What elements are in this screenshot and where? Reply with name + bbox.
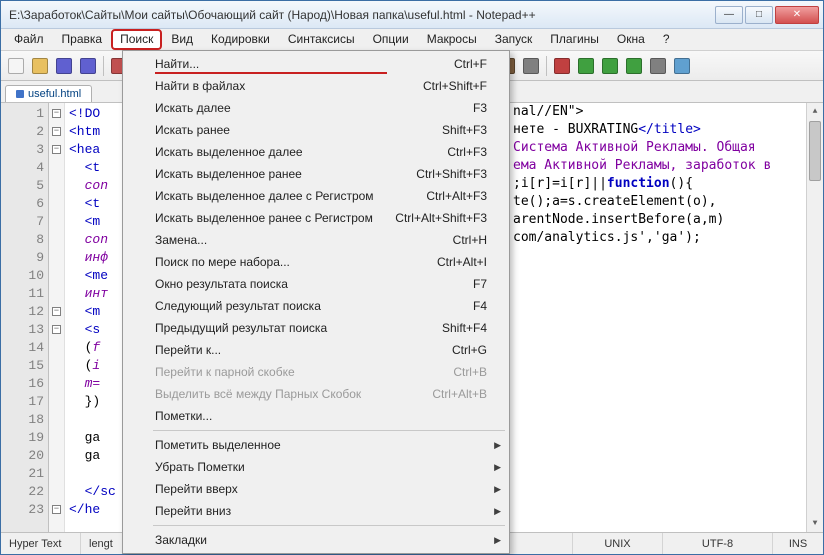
playlist-button[interactable] xyxy=(647,55,669,77)
scroll-thumb[interactable] xyxy=(809,121,821,181)
submenu-arrow-icon: ▶ xyxy=(494,506,501,517)
spell-button[interactable] xyxy=(671,55,693,77)
menu-item-пометки-[interactable]: Пометки... xyxy=(125,405,507,427)
play-multi-icon xyxy=(602,58,618,74)
monitor-icon xyxy=(523,58,539,74)
new-button[interactable] xyxy=(5,55,27,77)
menu-правка[interactable]: Правка xyxy=(53,29,112,50)
menu-item-выделить-всё-между-парных-скобок: Выделить всё между Парных СкобокCtrl+Alt… xyxy=(125,383,507,405)
search-dropdown-menu: Найти...Ctrl+FНайти в файлахCtrl+Shift+F… xyxy=(122,50,510,554)
vertical-scrollbar[interactable]: ▲ ▼ xyxy=(806,103,823,532)
status-encoding: UTF-8 xyxy=(663,533,773,554)
status-ins: INS xyxy=(773,533,823,554)
play-icon xyxy=(578,58,594,74)
scroll-down-arrow[interactable]: ▼ xyxy=(807,515,823,532)
menu-item-перейти-вниз[interactable]: Перейти вниз▶ xyxy=(125,500,507,522)
menu-item-искать-выделенное-далее-с-регистром[interactable]: Искать выделенное далее с РегистромCtrl+… xyxy=(125,185,507,207)
tab-label: useful.html xyxy=(28,88,81,100)
menu-запуск[interactable]: Запуск xyxy=(486,29,542,50)
menu-item-найти-в-файлах[interactable]: Найти в файлахCtrl+Shift+F xyxy=(125,75,507,97)
fold-margin: −−− −− − xyxy=(49,103,65,532)
menu-item-перейти-к-[interactable]: Перейти к...Ctrl+G xyxy=(125,339,507,361)
status-eol: UNIX xyxy=(573,533,663,554)
submenu-arrow-icon: ▶ xyxy=(494,484,501,495)
menu-item-искать-выделенное-ранее-с-регистром[interactable]: Искать выделенное ранее с РегистромCtrl+… xyxy=(125,207,507,229)
menu-опции[interactable]: Опции xyxy=(364,29,418,50)
menu-макросы[interactable]: Макросы xyxy=(418,29,486,50)
window-title: E:\Заработок\Сайты\Мои сайты\Обочающий с… xyxy=(9,8,715,22)
close-button[interactable]: ✕ xyxy=(775,6,819,24)
menu-кодировки[interactable]: Кодировки xyxy=(202,29,279,50)
menu-item-найти-[interactable]: Найти...Ctrl+F xyxy=(125,53,507,75)
menu-item-следующий-результат-поиска[interactable]: Следующий результат поискаF4 xyxy=(125,295,507,317)
menu-item-искать-далее[interactable]: Искать далееF3 xyxy=(125,97,507,119)
stop-icon xyxy=(626,58,642,74)
titlebar: E:\Заработок\Сайты\Мои сайты\Обочающий с… xyxy=(1,1,823,29)
menu-item-искать-выделенное-далее[interactable]: Искать выделенное далееCtrl+F3 xyxy=(125,141,507,163)
menu-плагины[interactable]: Плагины xyxy=(541,29,608,50)
menu-item-пометить-выделенное[interactable]: Пометить выделенное▶ xyxy=(125,434,507,456)
menu-файл[interactable]: Файл xyxy=(5,29,53,50)
menu-item-предыдущий-результат-поиска[interactable]: Предыдущий результат поискаShift+F4 xyxy=(125,317,507,339)
maximize-button[interactable]: □ xyxy=(745,6,773,24)
new-icon xyxy=(8,58,24,74)
save-icon xyxy=(56,58,72,74)
menubar: ФайлПравкаПоискВидКодировкиСинтаксисыОпц… xyxy=(1,29,823,51)
record-button[interactable] xyxy=(551,55,573,77)
line-gutter: 1234567891011121314151617181920212223 xyxy=(1,103,49,532)
menu-поиск[interactable]: Поиск xyxy=(111,29,162,50)
submenu-arrow-icon: ▶ xyxy=(494,440,501,451)
save-all-button[interactable] xyxy=(77,55,99,77)
open-icon xyxy=(32,58,48,74)
spell-icon xyxy=(674,58,690,74)
menu-item-закладки[interactable]: Закладки▶ xyxy=(125,529,507,551)
menu-item-перейти-к-парной-скобке: Перейти к парной скобкеCtrl+B xyxy=(125,361,507,383)
open-button[interactable] xyxy=(29,55,51,77)
menu-?[interactable]: ? xyxy=(654,29,679,50)
menu-item-убрать-пометки[interactable]: Убрать Пометки▶ xyxy=(125,456,507,478)
menu-окна[interactable]: Окна xyxy=(608,29,654,50)
save-button[interactable] xyxy=(53,55,75,77)
file-tab[interactable]: useful.html xyxy=(5,85,92,102)
scroll-up-arrow[interactable]: ▲ xyxy=(807,103,823,120)
menu-вид[interactable]: Вид xyxy=(162,29,202,50)
save-all-icon xyxy=(80,58,96,74)
play-multi-button[interactable] xyxy=(599,55,621,77)
menu-item-перейти-вверх[interactable]: Перейти вверх▶ xyxy=(125,478,507,500)
playlist-icon xyxy=(650,58,666,74)
submenu-arrow-icon: ▶ xyxy=(494,462,501,473)
menu-item-искать-ранее[interactable]: Искать ранееShift+F3 xyxy=(125,119,507,141)
menu-item-окно-результата-поиска[interactable]: Окно результата поискаF7 xyxy=(125,273,507,295)
monitor-button[interactable] xyxy=(520,55,542,77)
menu-item-поиск-по-мере-набора-[interactable]: Поиск по мере набора...Ctrl+Alt+I xyxy=(125,251,507,273)
submenu-arrow-icon: ▶ xyxy=(494,535,501,546)
menu-item-замена-[interactable]: Замена...Ctrl+H xyxy=(125,229,507,251)
menu-синтаксисы[interactable]: Синтаксисы xyxy=(279,29,364,50)
file-icon xyxy=(16,90,24,98)
menu-item-искать-выделенное-ранее[interactable]: Искать выделенное ранееCtrl+Shift+F3 xyxy=(125,163,507,185)
window-controls: — □ ✕ xyxy=(715,6,819,24)
minimize-button[interactable]: — xyxy=(715,6,743,24)
stop-button[interactable] xyxy=(623,55,645,77)
play-button[interactable] xyxy=(575,55,597,77)
status-language: Hyper Text xyxy=(1,533,81,554)
record-icon xyxy=(554,58,570,74)
